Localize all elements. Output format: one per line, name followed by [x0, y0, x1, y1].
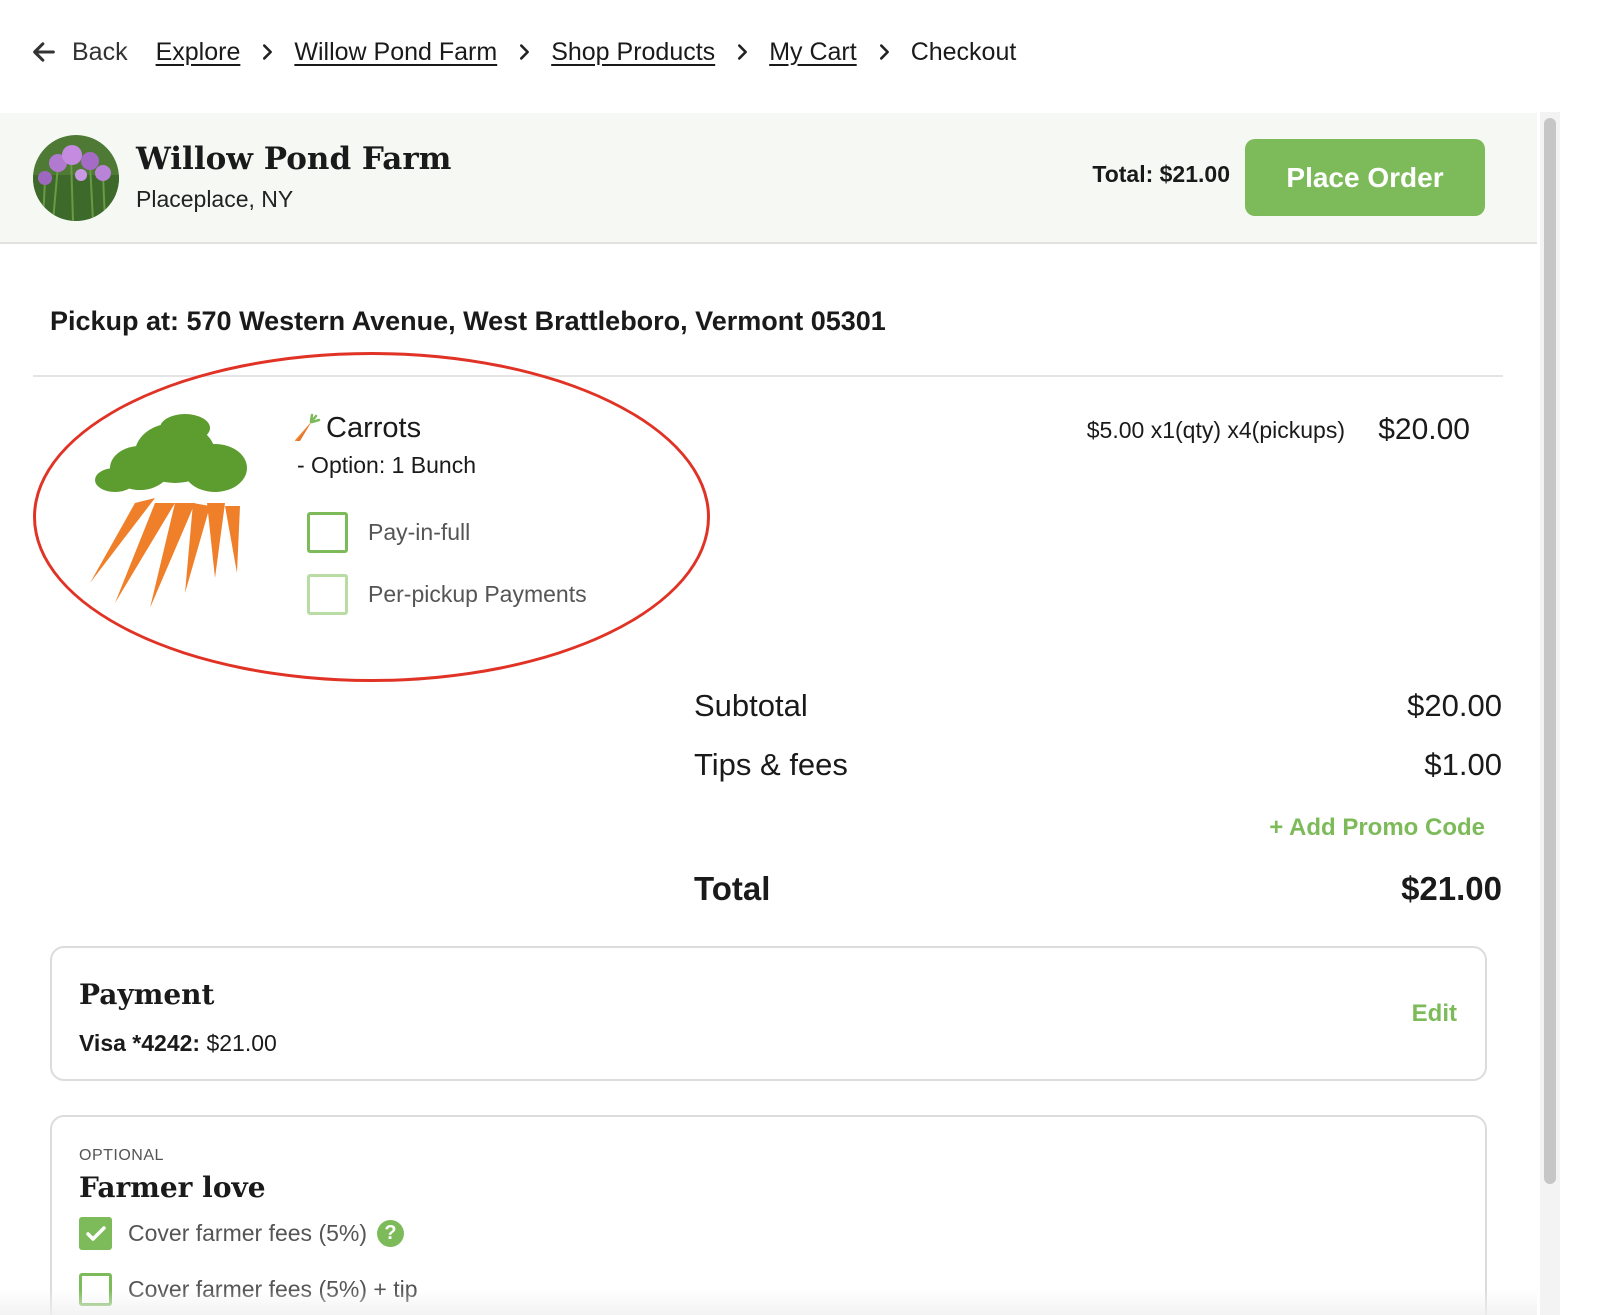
add-promo-code-link[interactable]: + Add Promo Code	[1269, 814, 1485, 842]
subtotal-value: $20.00	[1407, 688, 1502, 723]
optional-label: OPTIONAL	[79, 1147, 164, 1164]
breadcrumb-current: Checkout	[910, 37, 1017, 66]
chevron-right-icon	[879, 44, 889, 60]
chevron-right-icon	[520, 44, 530, 60]
edit-payment-link[interactable]: Edit	[1412, 1000, 1457, 1028]
line-total: $20.00	[1378, 413, 1470, 446]
pickup-address: Pickup at: 570 Western Avenue, West Brat…	[50, 306, 886, 336]
breadcrumb-explore[interactable]: Explore	[156, 38, 241, 67]
chevron-right-icon	[263, 44, 273, 60]
per-pickup-option[interactable]: Per-pickup Payments	[307, 574, 587, 615]
breadcrumb: Back Explore Willow Pond Farm Shop Produ…	[30, 30, 1016, 74]
card-amount: $21.00	[206, 1030, 277, 1056]
cover-fees-checkbox[interactable]	[79, 1217, 112, 1250]
breadcrumb-farm[interactable]: Willow Pond Farm	[294, 38, 497, 67]
subtotal-label: Subtotal	[694, 688, 808, 723]
pay-in-full-checkbox[interactable]	[307, 512, 348, 553]
cover-fees-tip-option[interactable]: Cover farmer fees (5%) + tip	[79, 1273, 418, 1306]
card-label: Visa *4242:	[79, 1030, 201, 1056]
farm-location: Placeplace, NY	[136, 186, 294, 212]
product-name: Carrots	[290, 412, 421, 445]
pay-in-full-label: Pay-in-full	[368, 519, 471, 545]
price-detail: $5.00 x1(qty) x4(pickups)	[1086, 417, 1345, 443]
breadcrumb-shop-products[interactable]: Shop Products	[551, 38, 715, 67]
per-pickup-checkbox[interactable]	[307, 574, 348, 615]
farm-header: Willow Pond Farm Placeplace, NY Total: $…	[0, 113, 1537, 244]
payment-method: Visa *4242: $21.00	[79, 1030, 277, 1057]
product-option: - Option: 1 Bunch	[297, 452, 476, 478]
pay-in-full-option[interactable]: Pay-in-full	[307, 512, 470, 553]
cover-fees-tip-label: Cover farmer fees (5%) + tip	[128, 1276, 418, 1302]
fees-value: $1.00	[1424, 747, 1502, 782]
farm-name: Willow Pond Farm	[136, 141, 452, 177]
cover-fees-label: Cover farmer fees (5%)	[128, 1220, 368, 1246]
cover-fees-option[interactable]: Cover farmer fees (5%) ?	[79, 1217, 405, 1250]
place-order-button[interactable]: Place Order	[1245, 139, 1485, 216]
back-label: Back	[72, 37, 128, 66]
farmer-love-title: Farmer love	[79, 1171, 266, 1204]
chevron-right-icon	[738, 44, 748, 60]
payment-title: Payment	[79, 978, 215, 1011]
cover-fees-tip-checkbox[interactable]	[79, 1273, 112, 1306]
back-button[interactable]: Back	[30, 38, 128, 67]
divider	[33, 375, 1503, 377]
total-value: $21.00	[1401, 870, 1502, 907]
help-icon[interactable]: ?	[377, 1220, 405, 1247]
breadcrumb-my-cart[interactable]: My Cart	[769, 38, 857, 67]
fees-label: Tips & fees	[694, 747, 848, 782]
total-label: Total	[694, 870, 771, 907]
farm-avatar	[33, 135, 119, 221]
checkmark-icon	[85, 1225, 106, 1241]
product-name-label: Carrots	[326, 412, 422, 444]
per-pickup-label: Per-pickup Payments	[368, 581, 587, 607]
scrollbar-thumb[interactable]	[1544, 118, 1556, 1184]
header-total: Total: $21.00	[1092, 161, 1230, 187]
payment-card: Payment Visa *4242: $21.00 Edit	[50, 946, 1487, 1081]
carrot-icon	[295, 413, 321, 441]
arrow-left-icon	[33, 42, 55, 62]
product-image	[65, 408, 275, 618]
farmer-love-card: OPTIONAL Farmer love Cover farmer fees (…	[50, 1115, 1487, 1315]
